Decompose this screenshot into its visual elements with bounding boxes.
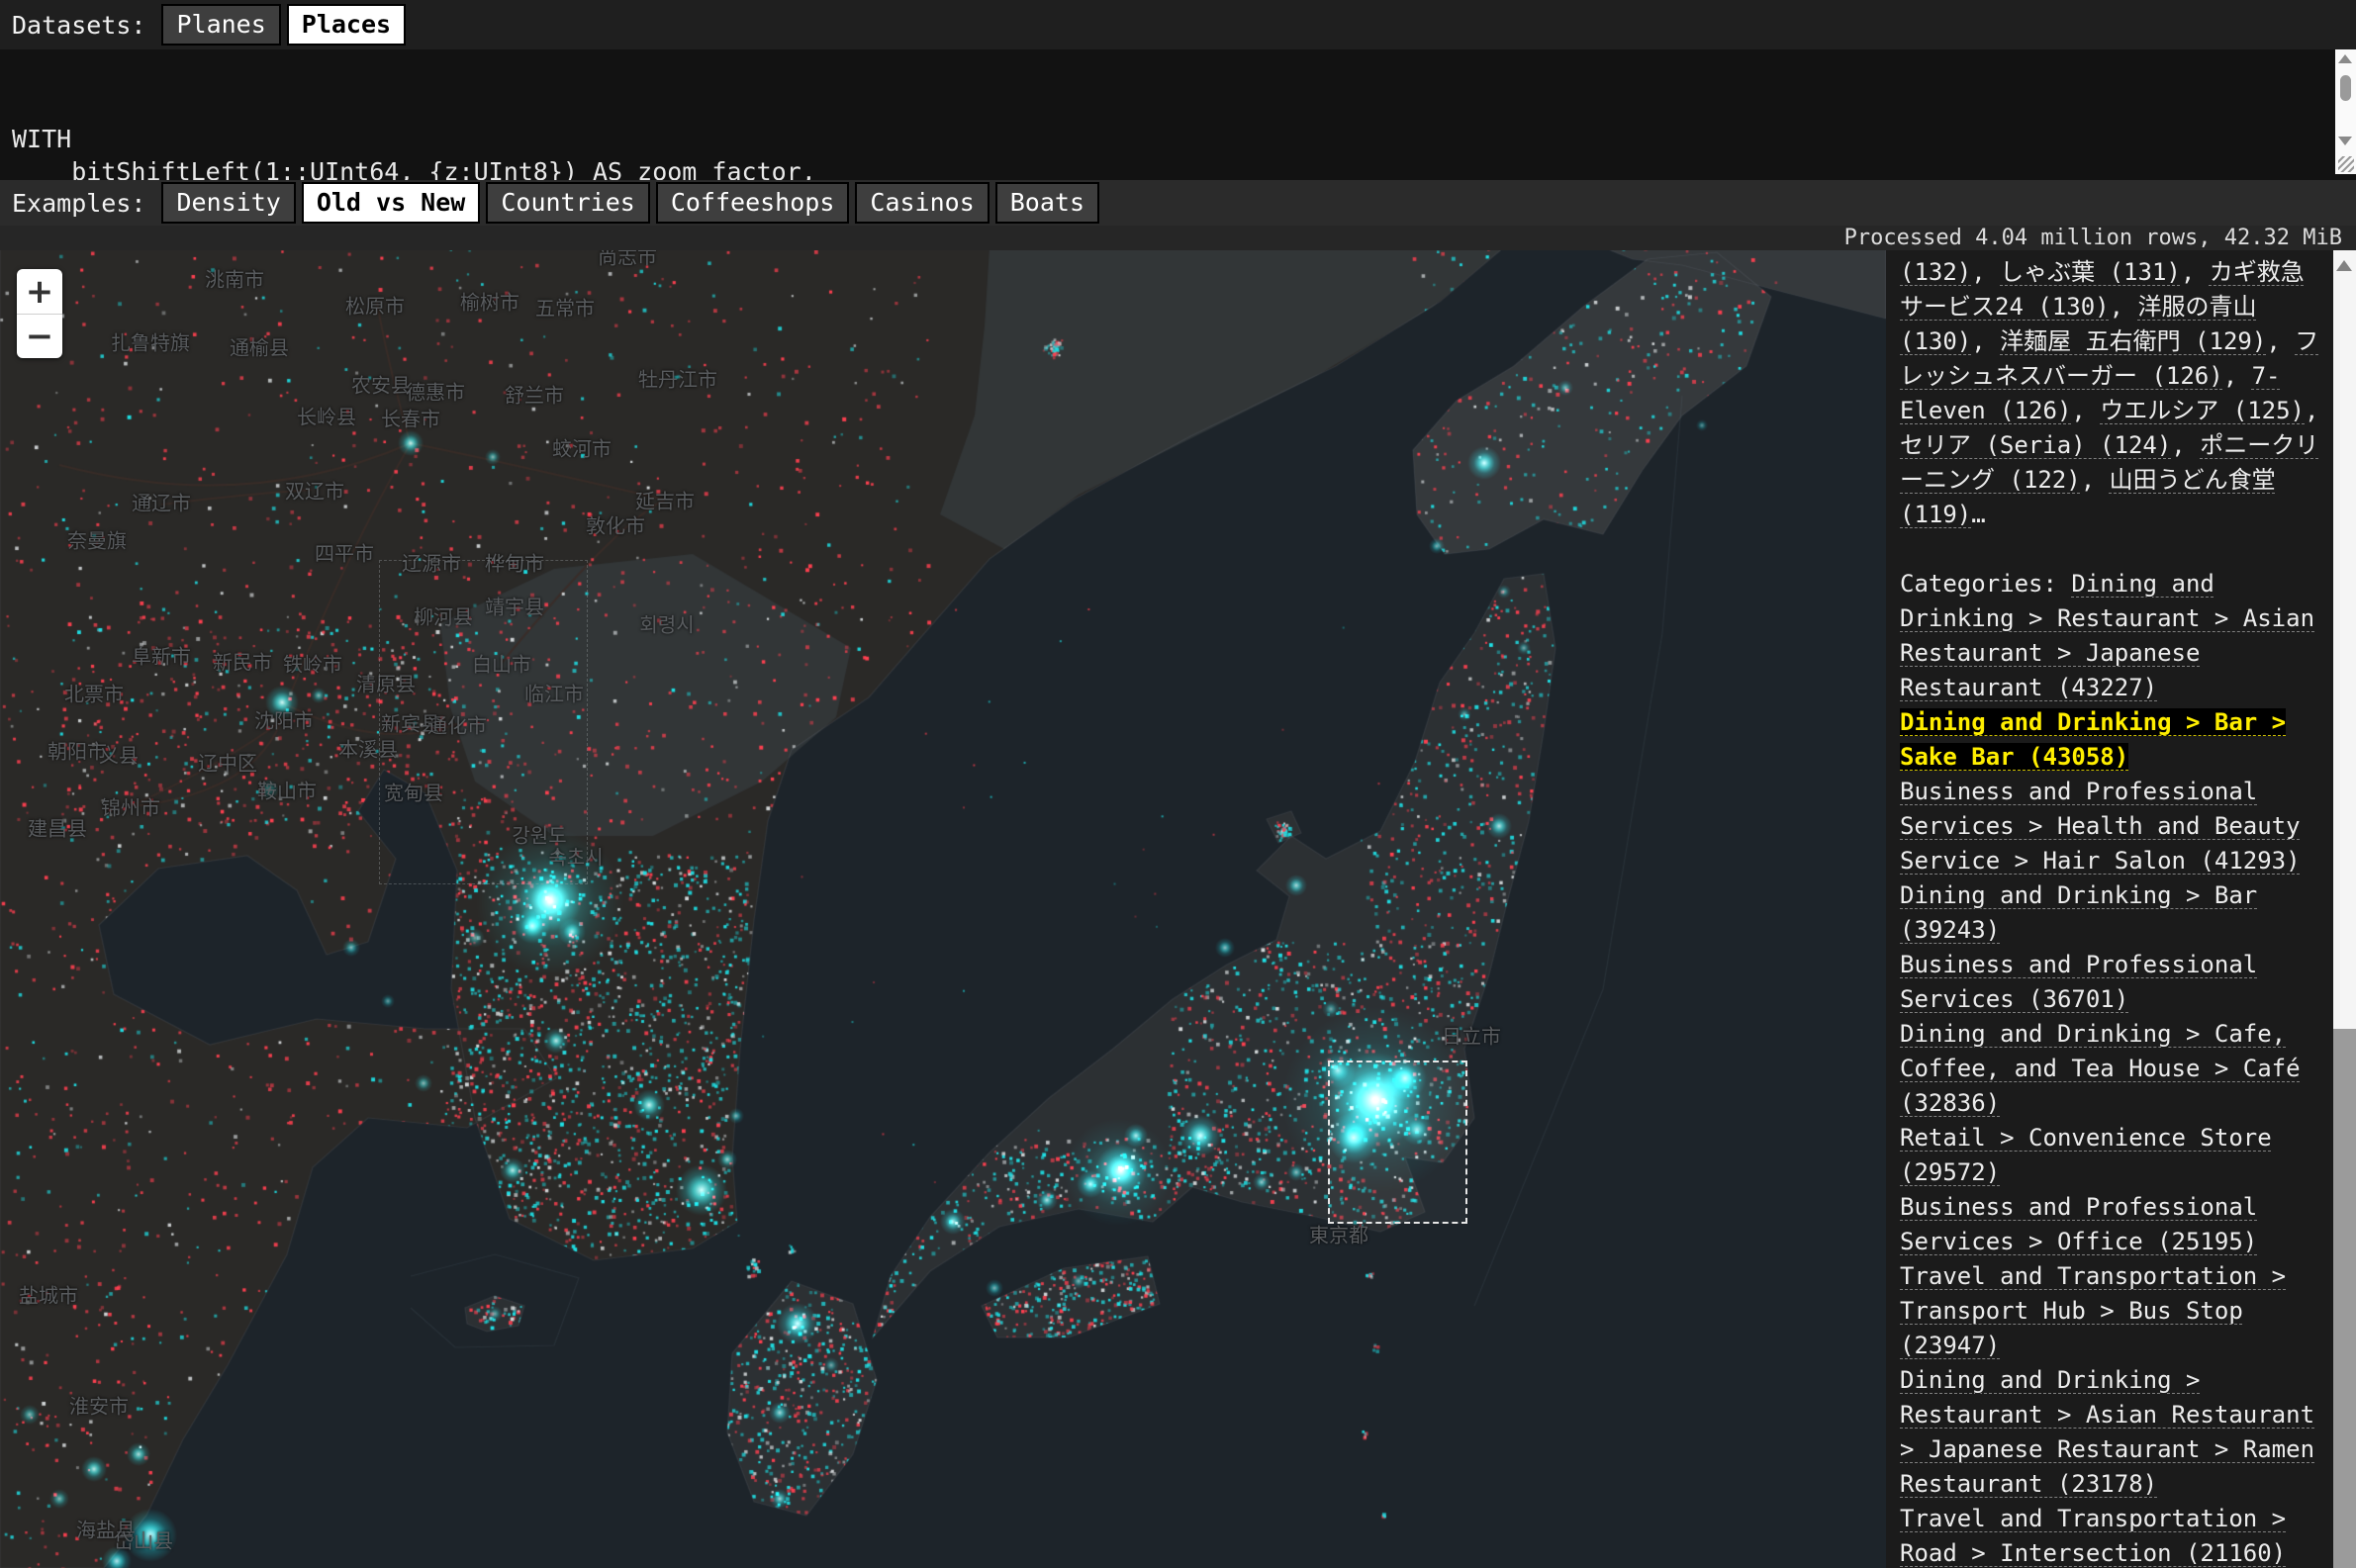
category-link[interactable]: Travel and Transportation > Transport Hu… — [1900, 1262, 2286, 1359]
example-button-coffeeshops[interactable]: Coffeeshops — [656, 182, 850, 224]
scroll-down-icon[interactable] — [2338, 137, 2352, 145]
sql-code: WITH bitShiftLeft(1::UInt64, {z:UInt8}) … — [12, 123, 2326, 180]
category-link-highlighted[interactable]: Dining and Drinking > Bar > Sake Bar (43… — [1900, 708, 2286, 771]
brand-name-link[interactable]: ウエルシア (125) — [2100, 397, 2305, 424]
dataset-button-group: PlanesPlaces — [161, 4, 412, 46]
category-link[interactable]: Travel and Transportation > Road > Inter… — [1900, 1505, 2286, 1567]
scroll-up-icon[interactable] — [2336, 260, 2352, 271]
map-selection-box — [1328, 1061, 1467, 1224]
page-scrollbar-thumb[interactable] — [2333, 1029, 2356, 1568]
brand-name-link[interactable]: セリア (Seria) (124) — [1900, 431, 2171, 459]
categories-label: Categories: — [1900, 570, 2071, 598]
zoom-in-button[interactable]: + — [17, 269, 62, 314]
brand-name-link[interactable]: しゃぶ葉 (131) — [2000, 258, 2181, 286]
examples-label: Examples: — [12, 189, 145, 218]
example-button-density[interactable]: Density — [161, 182, 295, 224]
scroll-up-icon[interactable] — [2338, 54, 2352, 63]
dataset-button-places[interactable]: Places — [287, 4, 406, 46]
map-zoom-control: + − — [17, 269, 62, 358]
example-button-countries[interactable]: Countries — [486, 182, 649, 224]
dataset-button-planes[interactable]: Planes — [161, 4, 280, 46]
editor-scrollbar[interactable] — [2335, 49, 2356, 150]
sql-editor[interactable]: WITH bitShiftLeft(1::UInt64, {z:UInt8}) … — [0, 49, 2356, 180]
query-status: Processed 4.04 million rows, 42.32 MiB — [0, 226, 2356, 250]
results-sidebar: (132), しゃぶ葉 (131), カギ救急サービス24 (130), 洋服の… — [1886, 250, 2333, 1568]
brand-name-link[interactable]: 洋麺屋 五右衛門 (129) — [2000, 327, 2266, 355]
category-link[interactable]: Retail > Convenience Store (29572) — [1900, 1124, 2272, 1186]
categories-list: Categories: Dining and Drinking > Restau… — [1900, 567, 2323, 1568]
category-link[interactable]: Business and Professional Services > Hea… — [1900, 778, 2301, 875]
tile-boundary-box — [379, 560, 588, 884]
map-viewport[interactable]: 洮南市松原市榆树市五常市尚志市扎鲁特旗通榆县农安县德惠市舒兰市长岭县长春市蛟河市… — [0, 250, 1886, 1568]
top-names-list: (132), しゃぶ葉 (131), カギ救急サービス24 (130), 洋服の… — [1900, 255, 2323, 532]
examples-bar: Examples: DensityOld vs NewCountriesCoff… — [0, 180, 2356, 226]
example-button-old-vs-new[interactable]: Old vs New — [302, 182, 481, 224]
zoom-out-button[interactable]: − — [17, 314, 62, 358]
category-link[interactable]: Business and Professional Services > Off… — [1900, 1193, 2257, 1255]
category-link[interactable]: Business and Professional Services (3670… — [1900, 951, 2257, 1013]
example-button-casinos[interactable]: Casinos — [855, 182, 989, 224]
category-link[interactable]: Dining and Drinking > Cafe, Coffee, and … — [1900, 1020, 2301, 1117]
example-button-boats[interactable]: Boats — [995, 182, 1099, 224]
brand-name-link[interactable]: (132) — [1900, 258, 1971, 286]
resize-grip-icon[interactable] — [2335, 150, 2356, 174]
category-link[interactable]: Dining and Drinking > Bar (39243) — [1900, 881, 2257, 944]
category-link[interactable]: Dining and Drinking > Restaurant > Asian… — [1900, 1366, 2314, 1498]
datasets-label: Datasets: — [12, 11, 145, 40]
example-button-group: DensityOld vs NewCountriesCoffeeshopsCas… — [161, 182, 1105, 224]
datasets-bar: Datasets: PlanesPlaces — [0, 0, 2356, 49]
map-canvas[interactable] — [0, 250, 1886, 1568]
page-scrollbar[interactable] — [2333, 250, 2356, 1568]
editor-scrollbar-thumb[interactable] — [2340, 75, 2351, 101]
